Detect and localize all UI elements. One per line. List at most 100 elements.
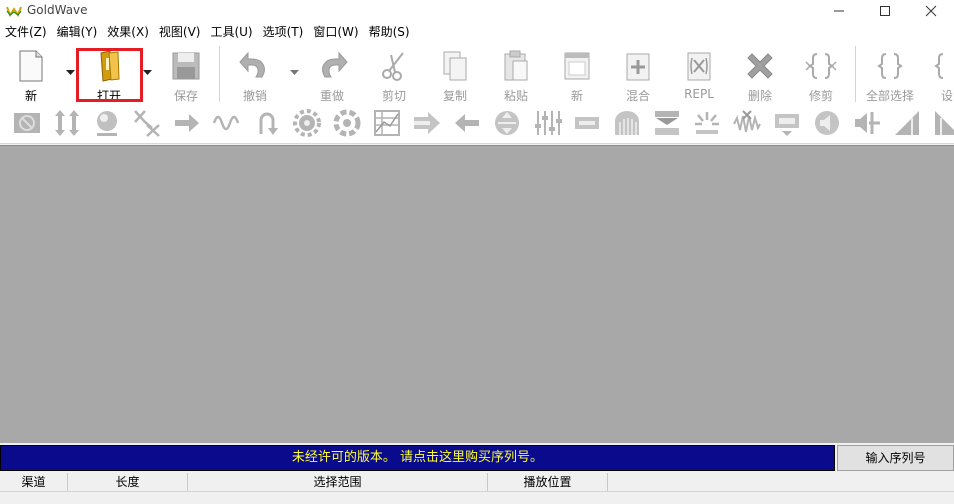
save-button[interactable]: 保存 — [164, 47, 208, 103]
cut-button[interactable]: 剪切 — [372, 47, 416, 103]
main-toolbar: 新 打开 保存 撤销 重做 剪切 复制 粘贴 新 混合 REPL 删除 修剪 全… — [0, 43, 954, 103]
sliders-icon — [535, 111, 562, 135]
stretch-bar-icon — [775, 114, 799, 136]
effect-waveform[interactable] — [210, 107, 244, 139]
effect-stretch[interactable] — [770, 107, 804, 139]
save-disk-icon — [172, 52, 200, 80]
effect-shift-left[interactable] — [450, 107, 484, 139]
new-window-icon — [564, 52, 590, 80]
stop-effect-icon — [14, 113, 40, 133]
delete-button[interactable]: 删除 — [738, 47, 782, 103]
paste-new-button[interactable]: 新 — [555, 47, 599, 103]
grid-chart-icon — [374, 110, 400, 136]
effect-mute[interactable] — [810, 107, 844, 139]
undo-button[interactable]: 撤销 — [233, 47, 277, 103]
menu-help[interactable]: 帮助(S) — [364, 22, 415, 43]
ramp-down-icon — [935, 111, 954, 135]
effect-invert[interactable] — [490, 107, 524, 139]
menu-tools[interactable]: 工具(U) — [205, 22, 257, 43]
menu-options[interactable]: 选项(T) — [258, 22, 309, 43]
save-label: 保存 — [173, 89, 198, 103]
enter-serial-button[interactable]: 输入序列号 — [837, 445, 954, 471]
effect-pan[interactable] — [850, 107, 884, 139]
cut-label: 剪切 — [381, 89, 406, 103]
arrow-left-icon — [455, 114, 479, 132]
maximize-icon — [880, 6, 890, 16]
effect-spark[interactable] — [690, 107, 724, 139]
undo-dropdown-icon[interactable] — [290, 70, 299, 76]
select-all-label: 全部选择 — [865, 89, 914, 103]
status-channel: 渠道 — [0, 473, 68, 491]
vertical-arrows-icon — [55, 110, 79, 136]
effect-compressor[interactable] — [290, 107, 324, 139]
trim-button[interactable]: 修剪 — [799, 47, 843, 103]
mix-button[interactable]: 混合 — [616, 47, 660, 103]
effect-offset[interactable] — [170, 107, 204, 139]
workspace-area[interactable] — [0, 145, 954, 443]
effect-channel-mix[interactable] — [130, 107, 164, 139]
effect-doppler[interactable] — [330, 107, 364, 139]
cog-icon — [333, 109, 361, 137]
burst-icon — [695, 112, 719, 134]
effect-fade-out[interactable] — [930, 107, 954, 139]
close-button[interactable] — [908, 0, 954, 22]
maximize-button[interactable] — [862, 0, 908, 22]
effect-fade[interactable] — [570, 107, 604, 139]
settings-button[interactable]: 设 — [930, 47, 954, 103]
replace-icon — [687, 52, 711, 81]
unlicensed-banner[interactable]: 未经许可的版本。 请点击这里购买序列号。 — [0, 445, 835, 471]
noise-wave-icon — [733, 110, 761, 133]
speaker-icon — [815, 111, 839, 135]
menu-edit[interactable]: 编辑(Y) — [52, 22, 103, 43]
effect-noise-reduction[interactable] — [730, 107, 764, 139]
effect-volume[interactable] — [50, 107, 84, 139]
menu-bar: 文件(Z) 编辑(Y) 效果(X) 视图(V) 工具(U) 选项(T) 窗口(W… — [0, 22, 954, 43]
toolbar-separator — [855, 46, 856, 102]
ramp-up-icon — [895, 111, 919, 135]
effect-reverse[interactable] — [250, 107, 284, 139]
effect-sphere[interactable] — [90, 107, 124, 139]
menu-view[interactable]: 视图(V) — [154, 22, 206, 43]
paste-button[interactable]: 粘贴 — [494, 47, 538, 103]
copy-button[interactable]: 复制 — [433, 47, 477, 103]
paste-new-label: 新 — [570, 89, 583, 103]
redo-button[interactable]: 重做 — [310, 47, 354, 103]
new-dropdown-icon[interactable] — [66, 70, 75, 76]
mix-icon — [626, 53, 650, 81]
minimize-icon — [834, 10, 844, 12]
effect-stop[interactable] — [10, 107, 44, 139]
menu-window[interactable]: 窗口(W) — [308, 22, 363, 43]
double-arrow-right-icon — [414, 112, 440, 134]
sine-wave-icon — [212, 115, 240, 131]
minimize-button[interactable] — [816, 0, 862, 22]
u-turn-icon — [259, 112, 278, 135]
menu-file[interactable]: 文件(Z) — [0, 22, 52, 43]
replace-button[interactable]: REPL — [677, 47, 721, 101]
effect-filter[interactable] — [610, 107, 644, 139]
settings-label: 设 — [940, 89, 953, 103]
sphere-icon — [97, 111, 117, 136]
status-position: 播放位置 — [488, 473, 608, 491]
press-icon — [655, 111, 679, 135]
new-file-icon — [19, 50, 43, 82]
effect-silence[interactable] — [650, 107, 684, 139]
open-dropdown-icon[interactable] — [143, 70, 152, 76]
status-length: 长度 — [68, 473, 188, 491]
effect-echo[interactable] — [410, 107, 444, 139]
delete-label: 删除 — [747, 89, 772, 103]
title-bar: GoldWave — [0, 0, 954, 22]
menu-effects[interactable]: 效果(X) — [102, 22, 154, 43]
scissors-icon — [382, 52, 404, 81]
license-bar: 未经许可的版本。 请点击这里购买序列号。 输入序列号 — [0, 443, 954, 472]
copy-label: 复制 — [442, 89, 467, 103]
effect-mixer[interactable] — [530, 107, 564, 139]
new-button[interactable]: 新 — [10, 47, 52, 103]
gate-icon — [615, 111, 639, 135]
select-all-icon — [877, 53, 903, 79]
redo-label: 重做 — [319, 89, 344, 103]
select-all-button[interactable]: 全部选择 — [862, 47, 918, 103]
effect-equalizer[interactable] — [370, 107, 404, 139]
effect-fade-in[interactable] — [890, 107, 924, 139]
close-icon — [925, 5, 937, 17]
undo-label: 撤销 — [242, 89, 267, 103]
